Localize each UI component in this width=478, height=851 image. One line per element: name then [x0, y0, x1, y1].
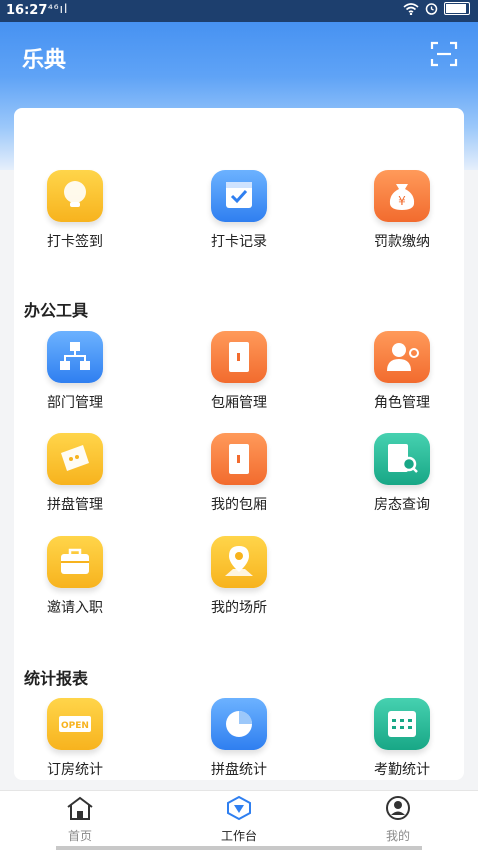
attendance-stats-button[interactable]: 考勤统计	[342, 698, 462, 784]
section-title-office-tools: 办公工具	[24, 301, 89, 320]
workbench-card: 打卡签到 打卡记录 ¥ 罚款缴纳 办公工具 部门管理 包厢管理 角色管理 拼盘管…	[14, 108, 464, 780]
tile-label: 订房统计	[47, 762, 103, 778]
user-gear-icon	[374, 331, 430, 383]
tab-label: 首页	[67, 829, 92, 843]
location-pin-icon	[211, 536, 267, 588]
tile-label: 拼盘统计	[211, 762, 267, 778]
tile-label: 包厢管理	[211, 395, 267, 411]
profile-icon	[386, 796, 410, 820]
tile-label: 我的包厢	[211, 497, 267, 513]
svg-text:¥: ¥	[398, 194, 406, 208]
pie-chart-icon	[211, 698, 267, 750]
battery-icon	[444, 2, 470, 15]
platter-management-button[interactable]: 拼盘管理	[15, 433, 135, 519]
money-bag-icon: ¥	[374, 170, 430, 222]
my-box-button[interactable]: 我的包厢	[179, 433, 299, 519]
statistics-row: OPEN 订房统计 拼盘统计 考勤统计	[14, 698, 464, 788]
tile-label: 我的场所	[211, 600, 267, 616]
calendar-check-icon	[211, 170, 267, 222]
tile-label: 房态查询	[374, 497, 430, 513]
org-chart-icon	[47, 331, 103, 383]
office-tools-row-1: 部门管理 包厢管理 角色管理	[14, 331, 464, 421]
briefcase-icon	[47, 536, 103, 588]
tile-label: 拼盘管理	[47, 497, 103, 513]
clock-in-records-button[interactable]: 打卡记录	[179, 170, 299, 256]
lightbulb-icon	[47, 170, 103, 222]
pay-fine-button[interactable]: ¥ 罚款缴纳	[342, 170, 462, 256]
section-title-statistics: 统计报表	[24, 669, 89, 688]
calendar-grid-icon	[374, 698, 430, 750]
booking-stats-button[interactable]: OPEN 订房统计	[15, 698, 135, 784]
clock-in-button[interactable]: 打卡签到	[15, 170, 135, 256]
tile-label: 部门管理	[47, 395, 103, 411]
open-sign-icon: OPEN	[47, 698, 103, 750]
tile-label: 角色管理	[374, 395, 430, 411]
tile-label: 打卡签到	[47, 234, 103, 250]
app-title: 乐典	[22, 48, 67, 73]
box-management-button[interactable]: 包厢管理	[179, 331, 299, 417]
workbench-icon	[227, 795, 251, 821]
scan-icon[interactable]	[430, 40, 458, 68]
status-time: 16:27	[6, 3, 48, 18]
tab-workbench[interactable]: 工作台	[159, 795, 319, 844]
room-search-icon	[374, 433, 430, 485]
door-icon	[211, 433, 267, 485]
tile-label: 打卡记录	[211, 234, 267, 250]
tab-profile[interactable]: 我的	[318, 795, 478, 844]
alarm-icon	[425, 3, 438, 15]
home-icon	[67, 796, 93, 820]
wifi-icon	[403, 2, 419, 15]
door-icon	[211, 331, 267, 383]
platter-stats-button[interactable]: 拼盘统计	[179, 698, 299, 784]
tile-label: 罚款缴纳	[374, 234, 430, 250]
invite-onboarding-button[interactable]: 邀请入职	[15, 536, 135, 622]
department-management-button[interactable]: 部门管理	[15, 331, 135, 417]
role-management-button[interactable]: 角色管理	[342, 331, 462, 417]
office-tools-row-3: 邀请入职 我的场所	[14, 536, 464, 626]
tile-label: 考勤统计	[374, 762, 430, 778]
status-bar: 16:27 ⁴⁶ıl	[0, 0, 478, 22]
tab-label: 工作台	[220, 829, 257, 843]
bottom-tab-bar: 首页 工作台 我的	[0, 790, 478, 851]
open-sign-text: OPEN	[61, 721, 89, 731]
tab-home[interactable]: 首页	[0, 795, 160, 844]
tab-label: 我的	[385, 829, 410, 843]
quick-actions-row: 打卡签到 打卡记录 ¥ 罚款缴纳	[14, 170, 464, 260]
my-venue-button[interactable]: 我的场所	[179, 536, 299, 622]
office-tools-row-2: 拼盘管理 我的包厢 房态查询	[14, 433, 464, 523]
network-signal-icon: ⁴⁶ıl	[48, 2, 69, 16]
ticket-icon	[47, 433, 103, 485]
tile-label: 邀请入职	[47, 600, 103, 616]
home-indicator	[56, 846, 422, 850]
room-status-query-button[interactable]: 房态查询	[342, 433, 462, 519]
